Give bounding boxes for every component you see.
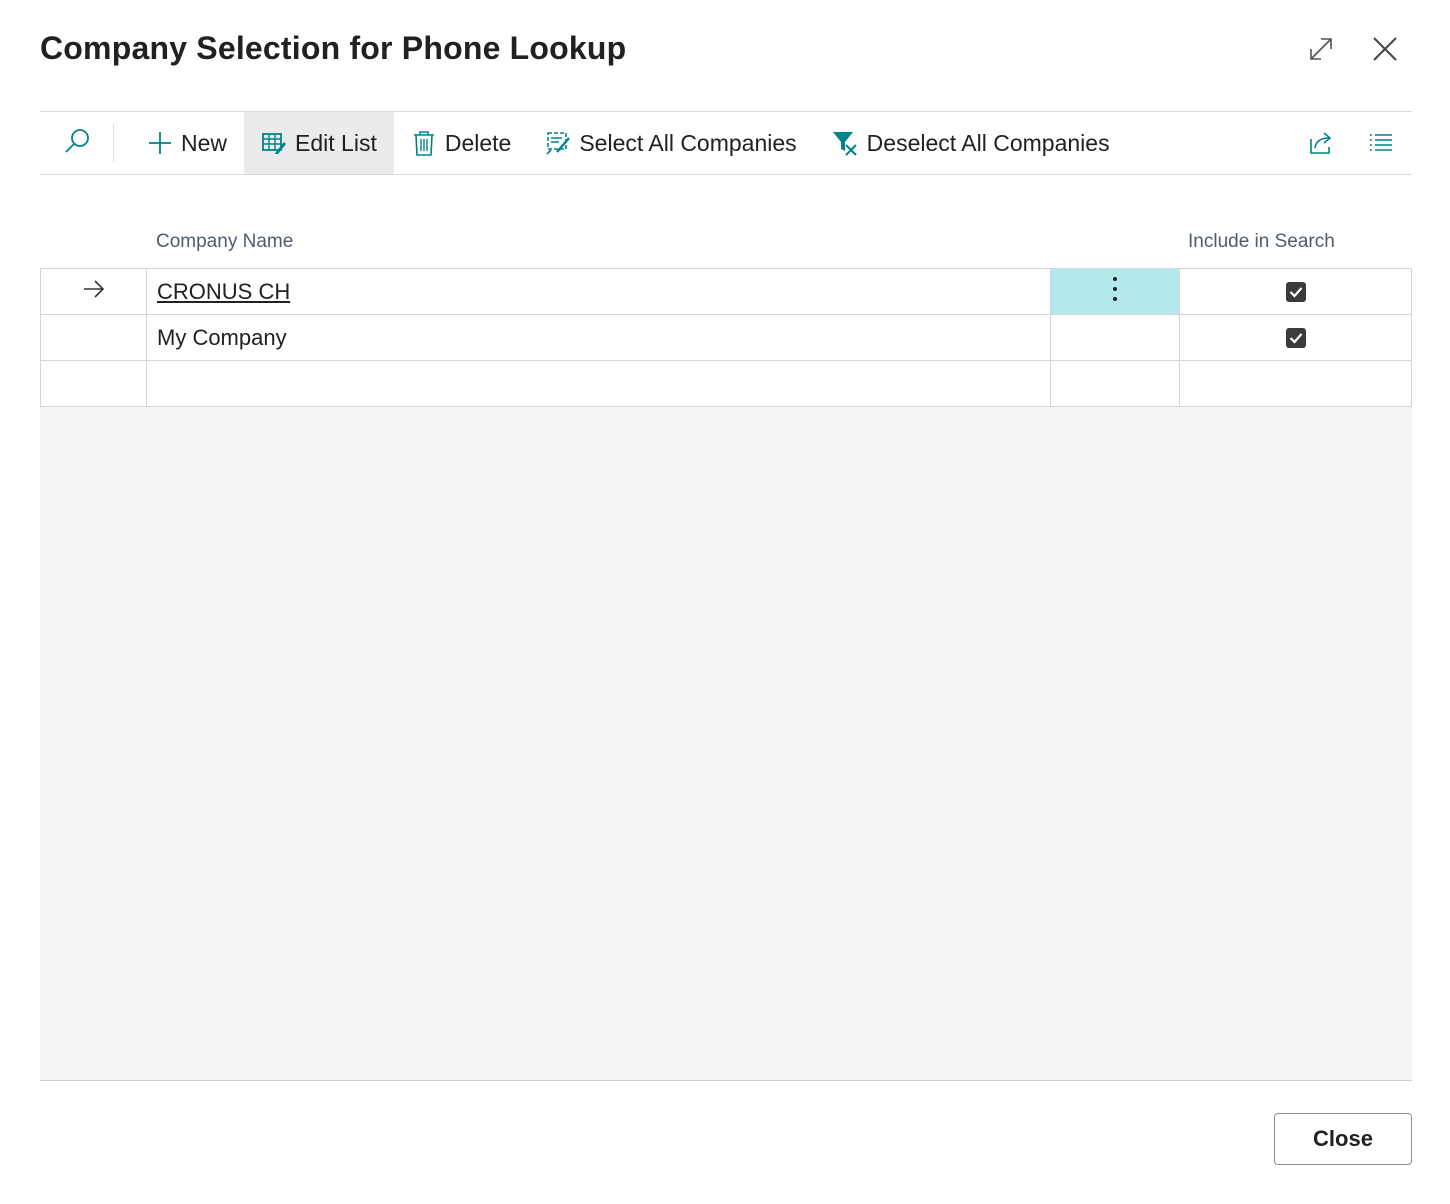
include-in-search-checkbox[interactable]	[1285, 281, 1306, 302]
row-indicator	[41, 361, 147, 406]
clear-filter-icon	[831, 129, 859, 157]
new-button[interactable]: New	[130, 112, 244, 174]
edit-list-icon	[261, 130, 287, 156]
company-name-cell[interactable]: CRONUS CH	[147, 269, 1051, 314]
deselect-all-companies-button[interactable]: Deselect All Companies	[814, 112, 1127, 174]
company-name-text: My Company	[157, 324, 287, 350]
row-menu-button	[1051, 361, 1180, 406]
row-menu-button[interactable]	[1051, 315, 1180, 360]
edit-list-button[interactable]: Edit List	[244, 112, 394, 174]
row-menu-button[interactable]	[1051, 269, 1180, 314]
list-view-icon[interactable]	[1364, 126, 1398, 160]
include-in-search-cell	[1180, 315, 1411, 360]
search-button[interactable]	[40, 124, 114, 162]
search-icon	[63, 127, 91, 160]
dialog: Company Selection for Phone Lookup New E…	[0, 0, 1450, 1204]
delete-label: Delete	[444, 129, 512, 156]
table-row[interactable]: CRONUS CH	[40, 269, 1412, 315]
arrow-right-icon	[82, 279, 106, 304]
company-name-link[interactable]: CRONUS CH	[157, 279, 290, 305]
grid-header: Company Name Include in Search	[40, 228, 1412, 268]
company-name-cell[interactable]	[147, 361, 1051, 406]
trash-icon	[411, 130, 437, 156]
toolbar-right	[1304, 126, 1412, 160]
delete-button[interactable]: Delete	[394, 112, 528, 174]
action-bar: New Edit List Delete Select All Companie…	[40, 111, 1412, 175]
grid-empty-area	[40, 407, 1412, 1081]
plus-icon	[147, 130, 173, 156]
include-in-search-cell	[1180, 361, 1411, 406]
select-all-companies-button[interactable]: Select All Companies	[528, 112, 813, 174]
new-row[interactable]	[40, 361, 1412, 407]
expand-icon[interactable]	[1304, 32, 1338, 66]
dialog-title: Company Selection for Phone Lookup	[40, 30, 627, 66]
deselect-all-label: Deselect All Companies	[866, 129, 1110, 156]
select-all-label: Select All Companies	[579, 129, 797, 156]
close-icon[interactable]	[1368, 32, 1402, 66]
title-actions	[1304, 32, 1402, 66]
share-icon[interactable]	[1304, 126, 1338, 160]
row-indicator	[41, 269, 147, 314]
edit-list-label: Edit List	[295, 129, 377, 156]
select-all-icon	[545, 130, 571, 156]
company-grid: CRONUS CH My Company	[40, 268, 1412, 407]
include-in-search-checkbox[interactable]	[1285, 327, 1306, 348]
include-in-search-cell	[1180, 269, 1411, 314]
more-options-icon	[1112, 276, 1118, 307]
column-header-include-in-search[interactable]: Include in Search	[1188, 231, 1335, 253]
company-name-cell[interactable]: My Company	[147, 315, 1051, 360]
close-button[interactable]: Close	[1274, 1113, 1412, 1165]
column-header-company-name[interactable]: Company Name	[156, 231, 293, 253]
table-row[interactable]: My Company	[40, 315, 1412, 361]
new-label: New	[181, 129, 228, 156]
row-indicator	[41, 315, 147, 360]
